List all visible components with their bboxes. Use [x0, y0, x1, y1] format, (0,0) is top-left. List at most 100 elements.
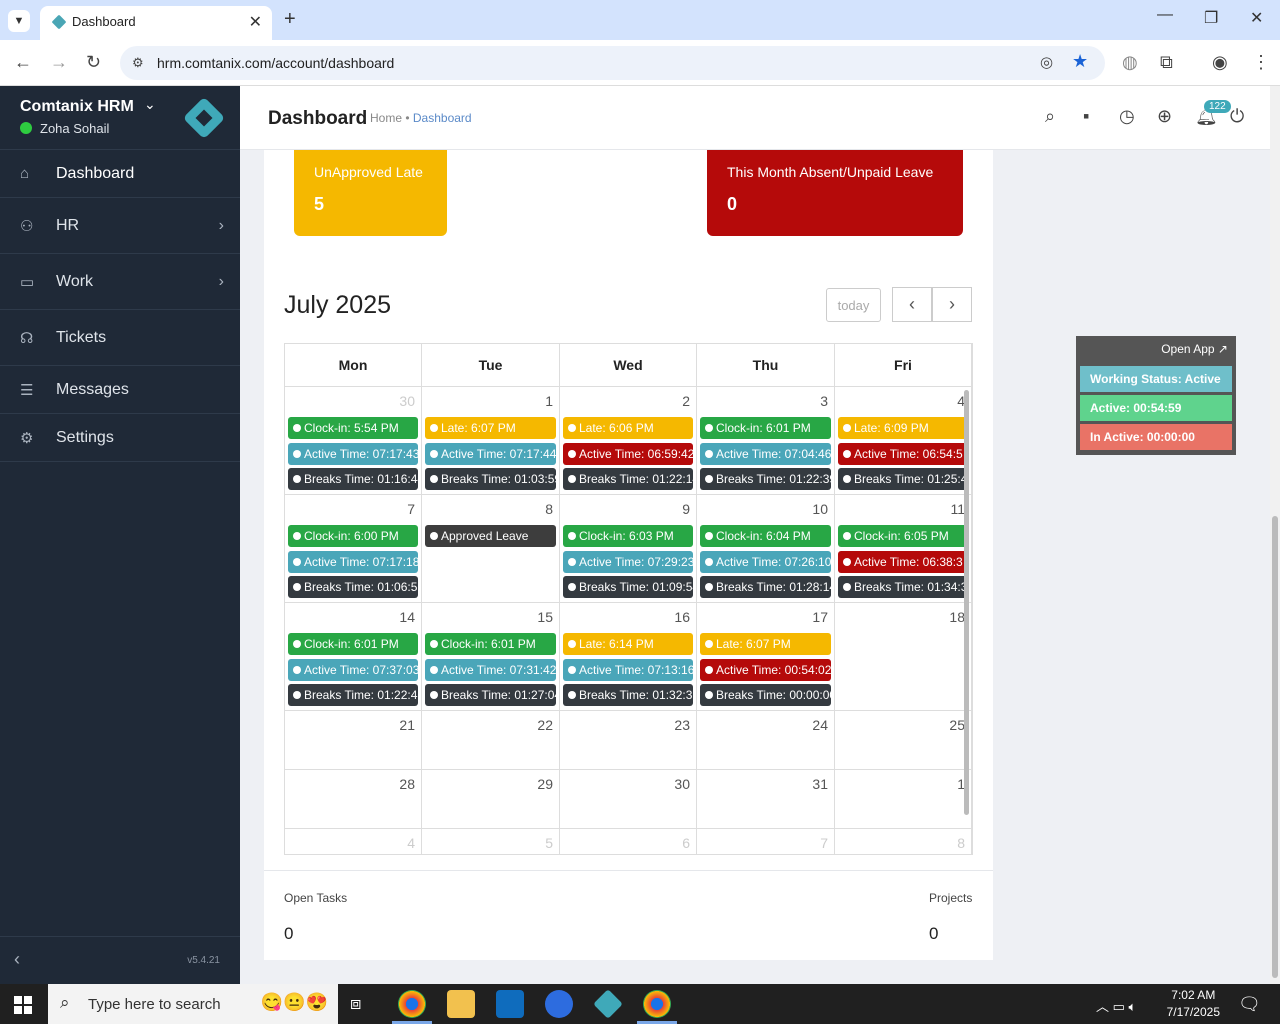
sticky-note-icon[interactable]: ▪: [1083, 106, 1089, 127]
calendar-event[interactable]: Active Time: 07:13:16: [563, 658, 693, 681]
calendar-event[interactable]: Active Time: 07:17:43: [288, 442, 418, 465]
day-number[interactable]: 15: [537, 609, 553, 625]
restore-icon[interactable]: ❐: [1204, 8, 1218, 28]
calendar-day-cell[interactable]: 5: [422, 829, 560, 854]
calendar-event[interactable]: Active Time: 07:31:42: [425, 658, 556, 681]
day-number[interactable]: 14: [399, 609, 415, 625]
outlook-icon[interactable]: [496, 990, 524, 1018]
calendar-day-cell[interactable]: 4: [285, 829, 422, 854]
day-number[interactable]: 8: [957, 835, 965, 851]
system-tray-icons[interactable]: ︿ ▭ 🔈︎: [1096, 996, 1136, 1015]
day-number[interactable]: 10: [812, 501, 828, 517]
calendar-day-cell[interactable]: 7 Clock-in: 6:00 PM Active Time: 07:17:18 B…: [285, 495, 422, 603]
calendar-event[interactable]: Breaks Time: 01:32:31: [563, 684, 693, 706]
calendar-event[interactable]: Clock-in: 6:05 PM: [838, 525, 968, 547]
calendar-event[interactable]: Breaks Time: 01:34:3: [838, 576, 968, 598]
calendar-day-cell[interactable]: 22: [422, 711, 560, 770]
reload-icon[interactable]: ↻: [86, 52, 101, 73]
extensions-icon[interactable]: ⧉: [1160, 52, 1173, 73]
calendar-day-cell[interactable]: 14 Clock-in: 6:01 PM Active Time: 07:37:03…: [285, 603, 422, 711]
calendar-event[interactable]: Active Time: 00:54:02: [700, 658, 831, 681]
calendar-day-cell[interactable]: 23: [560, 711, 697, 770]
day-number[interactable]: 29: [537, 776, 553, 792]
calendar-event[interactable]: Clock-in: 6:03 PM: [563, 525, 693, 547]
calendar-event[interactable]: Clock-in: 6:01 PM: [700, 417, 831, 439]
sidebar-item-tickets[interactable]: ☊ Tickets: [0, 310, 240, 366]
day-number[interactable]: 1: [545, 393, 553, 409]
calendar-event[interactable]: Active Time: 06:59:42: [563, 442, 693, 465]
calendar-day-cell[interactable]: 10 Clock-in: 6:04 PM Active Time: 07:26:10…: [697, 495, 835, 603]
day-number[interactable]: 2: [682, 393, 690, 409]
bookmark-star-icon[interactable]: ★: [1072, 51, 1088, 72]
browser-menu-icon[interactable]: ⋮: [1252, 52, 1270, 73]
unapproved-late-card[interactable]: UnApproved Late 5: [294, 150, 447, 236]
chrome-profile-taskbar-icon[interactable]: [637, 990, 677, 1024]
browser-tab[interactable]: Dashboard ✕: [40, 6, 272, 40]
tab-search-icon[interactable]: ▼: [8, 10, 30, 32]
windows-start-icon[interactable]: [14, 996, 32, 1014]
calendar-event[interactable]: Clock-in: 6:01 PM: [425, 633, 556, 655]
calendar-day-cell[interactable]: 29: [422, 770, 560, 829]
calendar-event[interactable]: Active Time: 07:17:44: [425, 442, 556, 465]
prev-month-button[interactable]: ‹: [892, 287, 932, 322]
task-view-icon[interactable]: ⧈: [350, 993, 361, 1014]
calendar-day-cell[interactable]: 4 Late: 6:09 PM Active Time: 06:54:5 Breaks…: [835, 387, 972, 495]
day-number[interactable]: 16: [674, 609, 690, 625]
calendar-scrollbar[interactable]: [964, 390, 969, 815]
calendar-event[interactable]: Breaks Time: 01:27:04: [425, 684, 556, 706]
day-number[interactable]: 9: [682, 501, 690, 517]
minimize-icon[interactable]: —: [1157, 6, 1173, 24]
add-circle-icon[interactable]: ⊕: [1157, 106, 1172, 127]
eye-off-icon[interactable]: ◎: [1040, 53, 1053, 71]
calendar-event[interactable]: Breaks Time: 01:06:51: [288, 576, 418, 598]
day-number[interactable]: 5: [545, 835, 553, 851]
app-name[interactable]: Comtanix HRM: [20, 98, 134, 116]
close-tab-icon[interactable]: ✕: [249, 12, 262, 32]
breadcrumb-current[interactable]: Dashboard: [413, 111, 472, 125]
calendar-day-cell[interactable]: 16 Late: 6:14 PM Active Time: 07:13:16 Brea…: [560, 603, 697, 711]
calendar-event[interactable]: Breaks Time: 01:03:59: [425, 468, 556, 490]
day-number[interactable]: 21: [399, 717, 415, 733]
calendar-day-cell[interactable]: 15 Clock-in: 6:01 PM Active Time: 07:31:42…: [422, 603, 560, 711]
calendar-event[interactable]: Active Time: 07:17:18: [288, 550, 418, 573]
calendar-event[interactable]: Breaks Time: 01:22:39: [700, 468, 831, 490]
calendar-day-cell[interactable]: 25: [835, 711, 972, 770]
calendar-event[interactable]: Late: 6:07 PM: [700, 633, 831, 655]
day-number[interactable]: 31: [812, 776, 828, 792]
calendar-day-cell[interactable]: 11 Clock-in: 6:05 PM Active Time: 06:38:3 B…: [835, 495, 972, 603]
day-number[interactable]: 3: [820, 393, 828, 409]
calendar-day-cell[interactable]: 8 Approved Leave: [422, 495, 560, 603]
calendar-event[interactable]: Breaks Time: 01:22:14: [563, 468, 693, 490]
day-number[interactable]: 28: [399, 776, 415, 792]
calendar-event[interactable]: Breaks Time: 01:22:48: [288, 684, 418, 706]
chevron-down-icon[interactable]: ⌄: [144, 96, 156, 113]
calendar-event[interactable]: Active Time: 06:38:3: [838, 550, 968, 573]
sidebar-item-hr[interactable]: ⚇ HR ›: [0, 198, 240, 254]
back-icon[interactable]: ←: [14, 52, 32, 73]
day-number[interactable]: 18: [949, 609, 965, 625]
calendar-event[interactable]: Clock-in: 6:04 PM: [700, 525, 831, 547]
calendar-day-cell[interactable]: 9 Clock-in: 6:03 PM Active Time: 07:29:23 B…: [560, 495, 697, 603]
calendar-day-cell[interactable]: 7: [697, 829, 835, 854]
profile-icon[interactable]: ◉: [1212, 52, 1228, 73]
calendar-day-cell[interactable]: 18: [835, 603, 972, 711]
calendar-event[interactable]: Active Time: 07:29:23: [563, 550, 693, 573]
collapse-sidebar-icon[interactable]: ‹: [14, 949, 20, 970]
calendar-event[interactable]: Late: 6:14 PM: [563, 633, 693, 655]
chrome-taskbar-icon[interactable]: [392, 990, 432, 1024]
calendar-day-cell[interactable]: 1: [835, 770, 972, 829]
calendar-event[interactable]: Active Time: 07:04:46: [700, 442, 831, 465]
file-explorer-icon[interactable]: [447, 990, 475, 1018]
taskbar-search[interactable]: ⌕ Type here to search 😋😐😍: [48, 984, 338, 1024]
zoom-icon[interactable]: [545, 990, 573, 1018]
calendar-event[interactable]: Breaks Time: 00:00:00: [700, 684, 831, 706]
search-icon[interactable]: ⌕: [1045, 106, 1055, 127]
day-number[interactable]: 25: [949, 717, 965, 733]
day-number[interactable]: 7: [407, 501, 415, 517]
sidebar-item-dashboard[interactable]: ⌂ Dashboard: [0, 150, 240, 198]
calendar-day-cell[interactable]: 3 Clock-in: 6:01 PM Active Time: 07:04:46 B…: [697, 387, 835, 495]
calendar-day-cell[interactable]: 6: [560, 829, 697, 854]
calendar-day-cell[interactable]: 21: [285, 711, 422, 770]
calendar-event[interactable]: Breaks Time: 01:09:54: [563, 576, 693, 598]
sidebar-item-settings[interactable]: ⚙ Settings: [0, 414, 240, 462]
